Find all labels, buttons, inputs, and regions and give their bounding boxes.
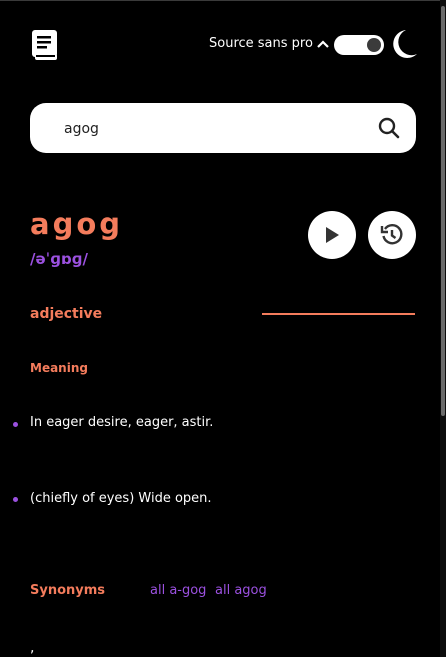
history-icon [380,224,403,245]
book-icon[interactable] [30,29,60,61]
synonyms-heading: Synonyms [30,583,106,598]
play-icon [326,227,339,243]
word-title: agog [30,207,124,241]
search-input[interactable] [62,103,366,155]
definition-item: In eager desire, eager, astir. [30,415,214,430]
font-selector-label: Source sans pro [209,36,313,51]
bullet-icon [13,497,18,502]
phonetic-text: /əˈɡɒɡ/ [30,250,88,268]
bullet-icon [13,422,18,427]
chevron-up-icon [317,39,329,48]
definition-item: (chiefly of eyes) Wide open. [30,491,212,506]
part-of-speech: adjective [30,306,103,322]
search-icon[interactable] [378,117,400,139]
history-button[interactable] [368,211,416,259]
app-window [0,0,446,657]
search-bar [30,103,416,155]
synonym-link[interactable]: all a-gog [150,583,206,598]
divider [262,313,415,315]
trailing-comma: , [30,640,35,656]
font-selector[interactable]: Source sans pro [209,36,329,51]
play-audio-button[interactable] [308,211,356,259]
moon-icon[interactable] [392,29,418,59]
scrollbar[interactable] [440,0,446,657]
toggle-knob [367,38,381,52]
meaning-heading: Meaning [30,361,88,375]
synonym-link[interactable]: all agog [215,583,267,598]
scrollbar-thumb[interactable] [441,6,445,416]
theme-toggle[interactable] [334,35,384,55]
